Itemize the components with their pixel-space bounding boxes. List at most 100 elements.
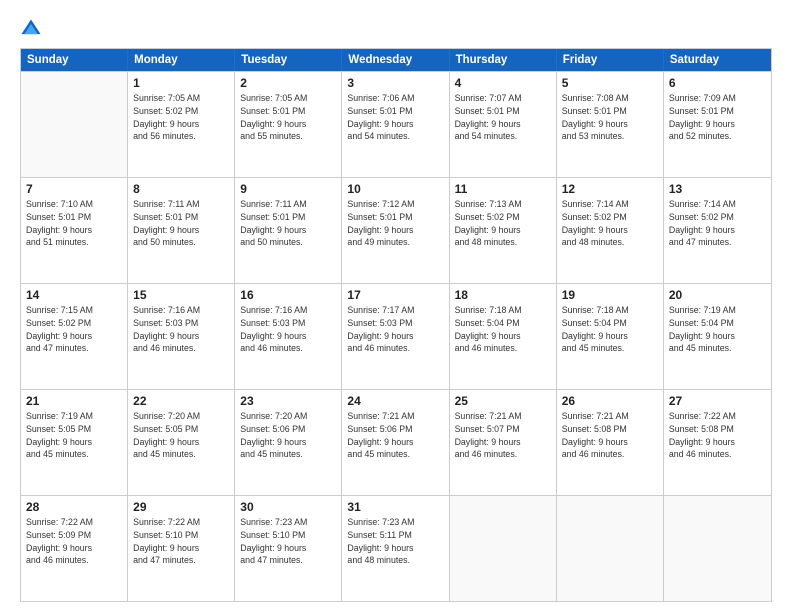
logo-icon xyxy=(20,18,42,40)
day-number: 26 xyxy=(562,394,658,408)
cal-cell: 5 Sunrise: 7:08 AMSunset: 5:01 PMDaylight… xyxy=(557,72,664,177)
day-detail: Sunrise: 7:22 AMSunset: 5:09 PMDaylight:… xyxy=(26,516,122,567)
day-number: 25 xyxy=(455,394,551,408)
cal-cell xyxy=(450,496,557,601)
cal-header-saturday: Saturday xyxy=(664,49,771,71)
day-detail: Sunrise: 7:21 AMSunset: 5:08 PMDaylight:… xyxy=(562,410,658,461)
day-detail: Sunrise: 7:23 AMSunset: 5:10 PMDaylight:… xyxy=(240,516,336,567)
cal-header-monday: Monday xyxy=(128,49,235,71)
day-number: 4 xyxy=(455,76,551,90)
cal-cell: 28 Sunrise: 7:22 AMSunset: 5:09 PMDayligh… xyxy=(21,496,128,601)
cal-cell: 29 Sunrise: 7:22 AMSunset: 5:10 PMDayligh… xyxy=(128,496,235,601)
cal-cell: 2 Sunrise: 7:05 AMSunset: 5:01 PMDaylight… xyxy=(235,72,342,177)
day-detail: Sunrise: 7:20 AMSunset: 5:05 PMDaylight:… xyxy=(133,410,229,461)
cal-cell: 23 Sunrise: 7:20 AMSunset: 5:06 PMDayligh… xyxy=(235,390,342,495)
day-detail: Sunrise: 7:10 AMSunset: 5:01 PMDaylight:… xyxy=(26,198,122,249)
day-detail: Sunrise: 7:22 AMSunset: 5:10 PMDaylight:… xyxy=(133,516,229,567)
day-detail: Sunrise: 7:14 AMSunset: 5:02 PMDaylight:… xyxy=(562,198,658,249)
day-number: 20 xyxy=(669,288,766,302)
day-detail: Sunrise: 7:05 AMSunset: 5:01 PMDaylight:… xyxy=(240,92,336,143)
day-detail: Sunrise: 7:11 AMSunset: 5:01 PMDaylight:… xyxy=(133,198,229,249)
cal-week-2: 7 Sunrise: 7:10 AMSunset: 5:01 PMDaylight… xyxy=(21,177,771,283)
cal-cell: 25 Sunrise: 7:21 AMSunset: 5:07 PMDayligh… xyxy=(450,390,557,495)
day-detail: Sunrise: 7:20 AMSunset: 5:06 PMDaylight:… xyxy=(240,410,336,461)
cal-cell: 24 Sunrise: 7:21 AMSunset: 5:06 PMDayligh… xyxy=(342,390,449,495)
day-number: 8 xyxy=(133,182,229,196)
cal-cell: 27 Sunrise: 7:22 AMSunset: 5:08 PMDayligh… xyxy=(664,390,771,495)
day-number: 29 xyxy=(133,500,229,514)
logo xyxy=(20,18,46,40)
day-detail: Sunrise: 7:21 AMSunset: 5:06 PMDaylight:… xyxy=(347,410,443,461)
cal-cell: 14 Sunrise: 7:15 AMSunset: 5:02 PMDayligh… xyxy=(21,284,128,389)
calendar: SundayMondayTuesdayWednesdayThursdayFrid… xyxy=(20,48,772,602)
day-detail: Sunrise: 7:05 AMSunset: 5:02 PMDaylight:… xyxy=(133,92,229,143)
cal-cell: 10 Sunrise: 7:12 AMSunset: 5:01 PMDayligh… xyxy=(342,178,449,283)
cal-cell: 31Sunrise: 7:23 AMSunset: 5:11 PMDayligh… xyxy=(342,496,449,601)
day-number: 13 xyxy=(669,182,766,196)
page: SundayMondayTuesdayWednesdayThursdayFrid… xyxy=(0,0,792,612)
day-detail: Sunrise: 7:18 AMSunset: 5:04 PMDaylight:… xyxy=(562,304,658,355)
day-number: 27 xyxy=(669,394,766,408)
cal-cell: 17 Sunrise: 7:17 AMSunset: 5:03 PMDayligh… xyxy=(342,284,449,389)
day-number: 12 xyxy=(562,182,658,196)
cal-cell: 26 Sunrise: 7:21 AMSunset: 5:08 PMDayligh… xyxy=(557,390,664,495)
day-number: 2 xyxy=(240,76,336,90)
cal-cell: 12 Sunrise: 7:14 AMSunset: 5:02 PMDayligh… xyxy=(557,178,664,283)
day-number: 24 xyxy=(347,394,443,408)
cal-cell: 1 Sunrise: 7:05 AMSunset: 5:02 PMDaylight… xyxy=(128,72,235,177)
day-detail: Sunrise: 7:16 AMSunset: 5:03 PMDaylight:… xyxy=(133,304,229,355)
day-number: 17 xyxy=(347,288,443,302)
day-detail: Sunrise: 7:19 AMSunset: 5:04 PMDaylight:… xyxy=(669,304,766,355)
day-detail: Sunrise: 7:09 AMSunset: 5:01 PMDaylight:… xyxy=(669,92,766,143)
cal-cell: 30 Sunrise: 7:23 AMSunset: 5:10 PMDayligh… xyxy=(235,496,342,601)
day-number: 18 xyxy=(455,288,551,302)
cal-cell xyxy=(557,496,664,601)
cal-cell: 20 Sunrise: 7:19 AMSunset: 5:04 PMDayligh… xyxy=(664,284,771,389)
cal-header-wednesday: Wednesday xyxy=(342,49,449,71)
cal-header-thursday: Thursday xyxy=(450,49,557,71)
cal-cell: 8 Sunrise: 7:11 AMSunset: 5:01 PMDaylight… xyxy=(128,178,235,283)
day-detail: Sunrise: 7:13 AMSunset: 5:02 PMDaylight:… xyxy=(455,198,551,249)
cal-header-friday: Friday xyxy=(557,49,664,71)
cal-cell: 18 Sunrise: 7:18 AMSunset: 5:04 PMDayligh… xyxy=(450,284,557,389)
cal-cell: 4Sunrise: 7:07 AMSunset: 5:01 PMDaylight… xyxy=(450,72,557,177)
day-number: 3 xyxy=(347,76,443,90)
cal-header-tuesday: Tuesday xyxy=(235,49,342,71)
day-detail: Sunrise: 7:12 AMSunset: 5:01 PMDaylight:… xyxy=(347,198,443,249)
cal-cell: 15 Sunrise: 7:16 AMSunset: 5:03 PMDayligh… xyxy=(128,284,235,389)
day-detail: Sunrise: 7:08 AMSunset: 5:01 PMDaylight:… xyxy=(562,92,658,143)
cal-cell: 3Sunrise: 7:06 AMSunset: 5:01 PMDaylight… xyxy=(342,72,449,177)
day-number: 21 xyxy=(26,394,122,408)
day-detail: Sunrise: 7:21 AMSunset: 5:07 PMDaylight:… xyxy=(455,410,551,461)
day-number: 23 xyxy=(240,394,336,408)
cal-week-5: 28 Sunrise: 7:22 AMSunset: 5:09 PMDayligh… xyxy=(21,495,771,601)
day-number: 16 xyxy=(240,288,336,302)
day-detail: Sunrise: 7:23 AMSunset: 5:11 PMDaylight:… xyxy=(347,516,443,567)
cal-week-4: 21 Sunrise: 7:19 AMSunset: 5:05 PMDayligh… xyxy=(21,389,771,495)
cal-cell xyxy=(664,496,771,601)
day-number: 14 xyxy=(26,288,122,302)
day-detail: Sunrise: 7:19 AMSunset: 5:05 PMDaylight:… xyxy=(26,410,122,461)
day-number: 10 xyxy=(347,182,443,196)
cal-cell: 7 Sunrise: 7:10 AMSunset: 5:01 PMDaylight… xyxy=(21,178,128,283)
day-number: 19 xyxy=(562,288,658,302)
day-number: 28 xyxy=(26,500,122,514)
day-number: 7 xyxy=(26,182,122,196)
day-detail: Sunrise: 7:18 AMSunset: 5:04 PMDaylight:… xyxy=(455,304,551,355)
cal-week-1: 1 Sunrise: 7:05 AMSunset: 5:02 PMDaylight… xyxy=(21,71,771,177)
day-number: 30 xyxy=(240,500,336,514)
day-detail: Sunrise: 7:22 AMSunset: 5:08 PMDaylight:… xyxy=(669,410,766,461)
day-number: 5 xyxy=(562,76,658,90)
day-number: 1 xyxy=(133,76,229,90)
day-number: 22 xyxy=(133,394,229,408)
day-detail: Sunrise: 7:15 AMSunset: 5:02 PMDaylight:… xyxy=(26,304,122,355)
day-number: 15 xyxy=(133,288,229,302)
calendar-body: 1 Sunrise: 7:05 AMSunset: 5:02 PMDaylight… xyxy=(21,71,771,601)
cal-cell: 6Sunrise: 7:09 AMSunset: 5:01 PMDaylight… xyxy=(664,72,771,177)
day-number: 9 xyxy=(240,182,336,196)
day-detail: Sunrise: 7:16 AMSunset: 5:03 PMDaylight:… xyxy=(240,304,336,355)
day-detail: Sunrise: 7:17 AMSunset: 5:03 PMDaylight:… xyxy=(347,304,443,355)
cal-cell: 13 Sunrise: 7:14 AMSunset: 5:02 PMDayligh… xyxy=(664,178,771,283)
day-detail: Sunrise: 7:14 AMSunset: 5:02 PMDaylight:… xyxy=(669,198,766,249)
cal-cell xyxy=(21,72,128,177)
